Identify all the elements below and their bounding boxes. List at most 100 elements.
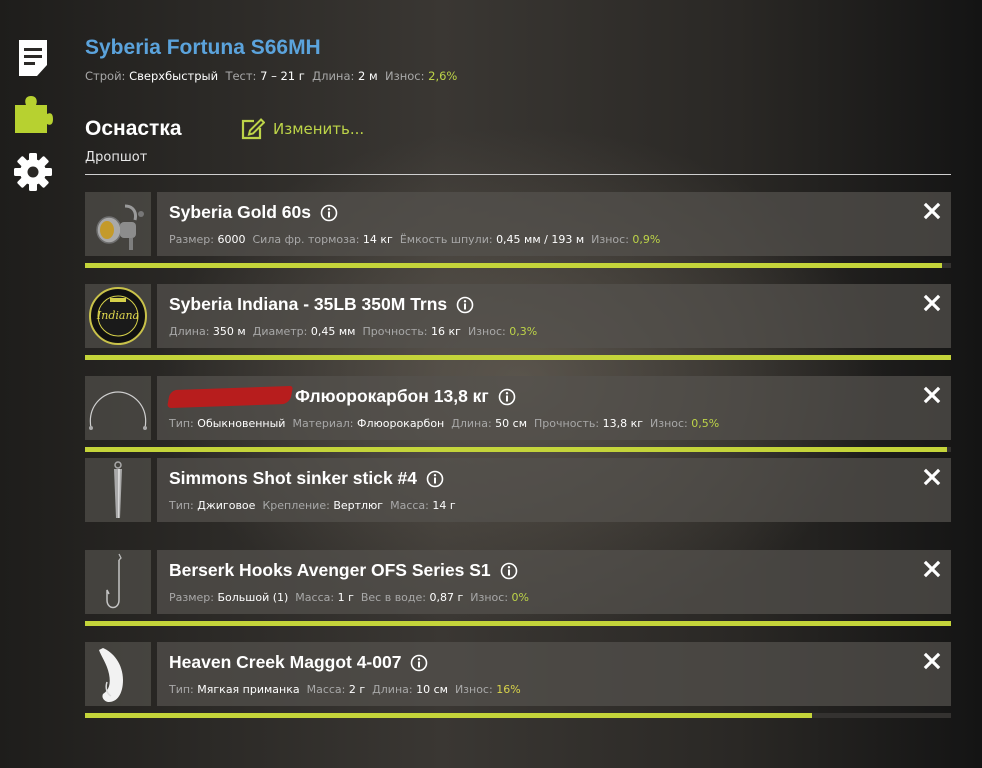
stat-label: Сила фр. тормоза: — [252, 233, 360, 246]
rod-stats: Строй: Сверхбыстрый Тест: 7 – 21 г Длина… — [85, 69, 457, 83]
edit-icon — [241, 118, 265, 140]
stat-label: Длина: — [169, 325, 210, 338]
stat-label: Масса: — [390, 499, 429, 512]
tackle-item-lure: Heaven Creek Maggot 4-007 Тип: Мягкая пр… — [85, 642, 951, 718]
stat-label: Прочность: — [534, 417, 600, 430]
close-icon[interactable] — [923, 468, 941, 486]
item-name: Syberia Indiana - 35LB 350M Trns — [169, 294, 448, 314]
sidebar — [0, 0, 70, 768]
rod-header: Syberia Fortuna S66MH Строй: Сверхбыстры… — [85, 36, 457, 83]
close-icon[interactable] — [923, 386, 941, 404]
info-icon[interactable] — [426, 470, 444, 488]
stat-label: Тип: — [169, 683, 194, 696]
item-name: Berserk Hooks Avenger OFS Series S1 — [169, 560, 491, 580]
sidebar-info-button[interactable] — [13, 38, 53, 78]
stat-value: 350 м — [212, 325, 246, 338]
item-thumbnail[interactable] — [85, 458, 151, 522]
tackle-item-hook: Berserk Hooks Avenger OFS Series S1 Разм… — [85, 550, 951, 626]
tackle-item-leader: Флюорокарбон 13,8 кг Тип: Обыкновенный М… — [85, 376, 951, 452]
item-panel[interactable]: Simmons Shot sinker stick #4 Тип: Джигов… — [157, 458, 951, 522]
rig-type: Дропшот — [85, 150, 148, 165]
section-title: Оснастка — [85, 117, 182, 140]
edit-rig-label: Изменить... — [273, 120, 365, 138]
stat-label: Материал: — [292, 417, 354, 430]
info-icon[interactable] — [498, 388, 516, 406]
item-thumbnail[interactable] — [85, 642, 151, 706]
stat-value: Джиговое — [197, 499, 256, 512]
stat-value: 2 м — [358, 69, 378, 83]
item-stats: Тип: Обыкновенный Материал: Флюорокарбон… — [169, 417, 719, 430]
stat-value: 14 кг — [362, 233, 393, 246]
stat-value: Вертлюг — [333, 499, 384, 512]
wear-value: 0,9% — [632, 233, 661, 246]
wear-value: 0,3% — [509, 325, 538, 338]
item-panel[interactable]: Syberia Gold 60s Размер: 6000 Сила фр. т… — [157, 192, 951, 256]
tackle-item-line: Indiana Syberia Indiana - 35LB 350M Trns… — [85, 284, 951, 360]
item-thumbnail[interactable]: Indiana — [85, 284, 151, 348]
stat-label: Длина: — [372, 683, 413, 696]
item-thumbnail[interactable] — [85, 192, 151, 256]
item-thumbnail[interactable] — [85, 550, 151, 614]
info-icon[interactable] — [320, 204, 338, 222]
info-icon[interactable] — [456, 296, 474, 314]
sinker-icon — [114, 461, 122, 518]
item-name: Syberia Gold 60s — [169, 202, 312, 222]
wear-label: Износ: — [591, 233, 629, 246]
stat-label: Тип: — [169, 417, 194, 430]
stat-value: 0,87 г — [429, 591, 464, 604]
durability-bar — [85, 447, 951, 452]
wear-label: Износ: — [470, 591, 509, 604]
item-stats: Длина: 350 м Диаметр: 0,45 мм Прочность:… — [169, 325, 537, 338]
durability-fill — [85, 355, 951, 360]
stat-value: Флюорокарбон — [356, 417, 445, 430]
leader-line-icon — [89, 391, 147, 430]
maggot-lure-icon — [99, 648, 123, 702]
item-panel[interactable]: Флюорокарбон 13,8 кг Тип: Обыкновенный М… — [157, 376, 951, 440]
stat-label: Длина: — [312, 69, 355, 83]
edit-rig-button[interactable]: Изменить... — [241, 118, 364, 140]
wear-label: Износ: — [650, 417, 688, 430]
stat-label: Прочность: — [362, 325, 428, 338]
durability-fill — [85, 447, 947, 452]
stat-label: Вес в воде: — [360, 591, 426, 604]
wear-value: 0% — [511, 591, 529, 604]
item-stats: Тип: Мягкая приманка Масса: 2 г Длина: 1… — [169, 683, 521, 696]
item-panel[interactable]: Heaven Creek Maggot 4-007 Тип: Мягкая пр… — [157, 642, 951, 706]
gear-icon — [14, 153, 52, 191]
divider — [85, 174, 951, 175]
close-icon[interactable] — [923, 652, 941, 670]
wear-value: 16% — [496, 683, 521, 696]
info-icon[interactable] — [410, 654, 428, 672]
stat-label: Ёмкость шпули: — [399, 233, 493, 246]
info-icon[interactable] — [500, 562, 518, 580]
item-stats: Тип: Джиговое Крепление: Вертлюг Масса: … — [169, 499, 456, 512]
svg-text:Indiana: Indiana — [96, 309, 139, 322]
close-icon[interactable] — [923, 294, 941, 312]
stat-value: 0,45 мм / 193 м — [496, 233, 585, 246]
durability-fill — [85, 263, 943, 268]
item-panel[interactable]: Syberia Indiana - 35LB 350M Trns Длина: … — [157, 284, 951, 348]
stat-value: 16 кг — [431, 325, 461, 338]
stat-label: Масса: — [295, 591, 335, 604]
close-icon[interactable] — [923, 202, 941, 220]
close-icon[interactable] — [923, 560, 941, 578]
redacted-text — [166, 385, 294, 408]
stat-label: Диаметр: — [252, 325, 308, 338]
stat-label: Крепление: — [262, 499, 330, 512]
stat-label: Тип: — [169, 499, 194, 512]
hook-icon — [106, 553, 122, 609]
sidebar-settings-button[interactable] — [13, 152, 53, 192]
item-thumbnail[interactable] — [85, 376, 151, 440]
stat-value: 6000 — [217, 233, 246, 246]
stat-label: Размер: — [169, 591, 214, 604]
rod-title: Syberia Fortuna S66MH — [85, 36, 321, 59]
stat-value: 13,8 кг — [602, 417, 643, 430]
item-panel[interactable]: Berserk Hooks Avenger OFS Series S1 Разм… — [157, 550, 951, 614]
stat-label: Размер: — [169, 233, 214, 246]
tackle-item-sinker: Simmons Shot sinker stick #4 Тип: Джигов… — [85, 458, 951, 522]
stat-value: 2 г — [348, 683, 366, 696]
stat-value: Обыкновенный — [197, 417, 286, 430]
stat-value: 50 см — [495, 417, 528, 430]
durability-fill — [85, 713, 813, 718]
sidebar-tackle-button[interactable] — [13, 95, 53, 135]
